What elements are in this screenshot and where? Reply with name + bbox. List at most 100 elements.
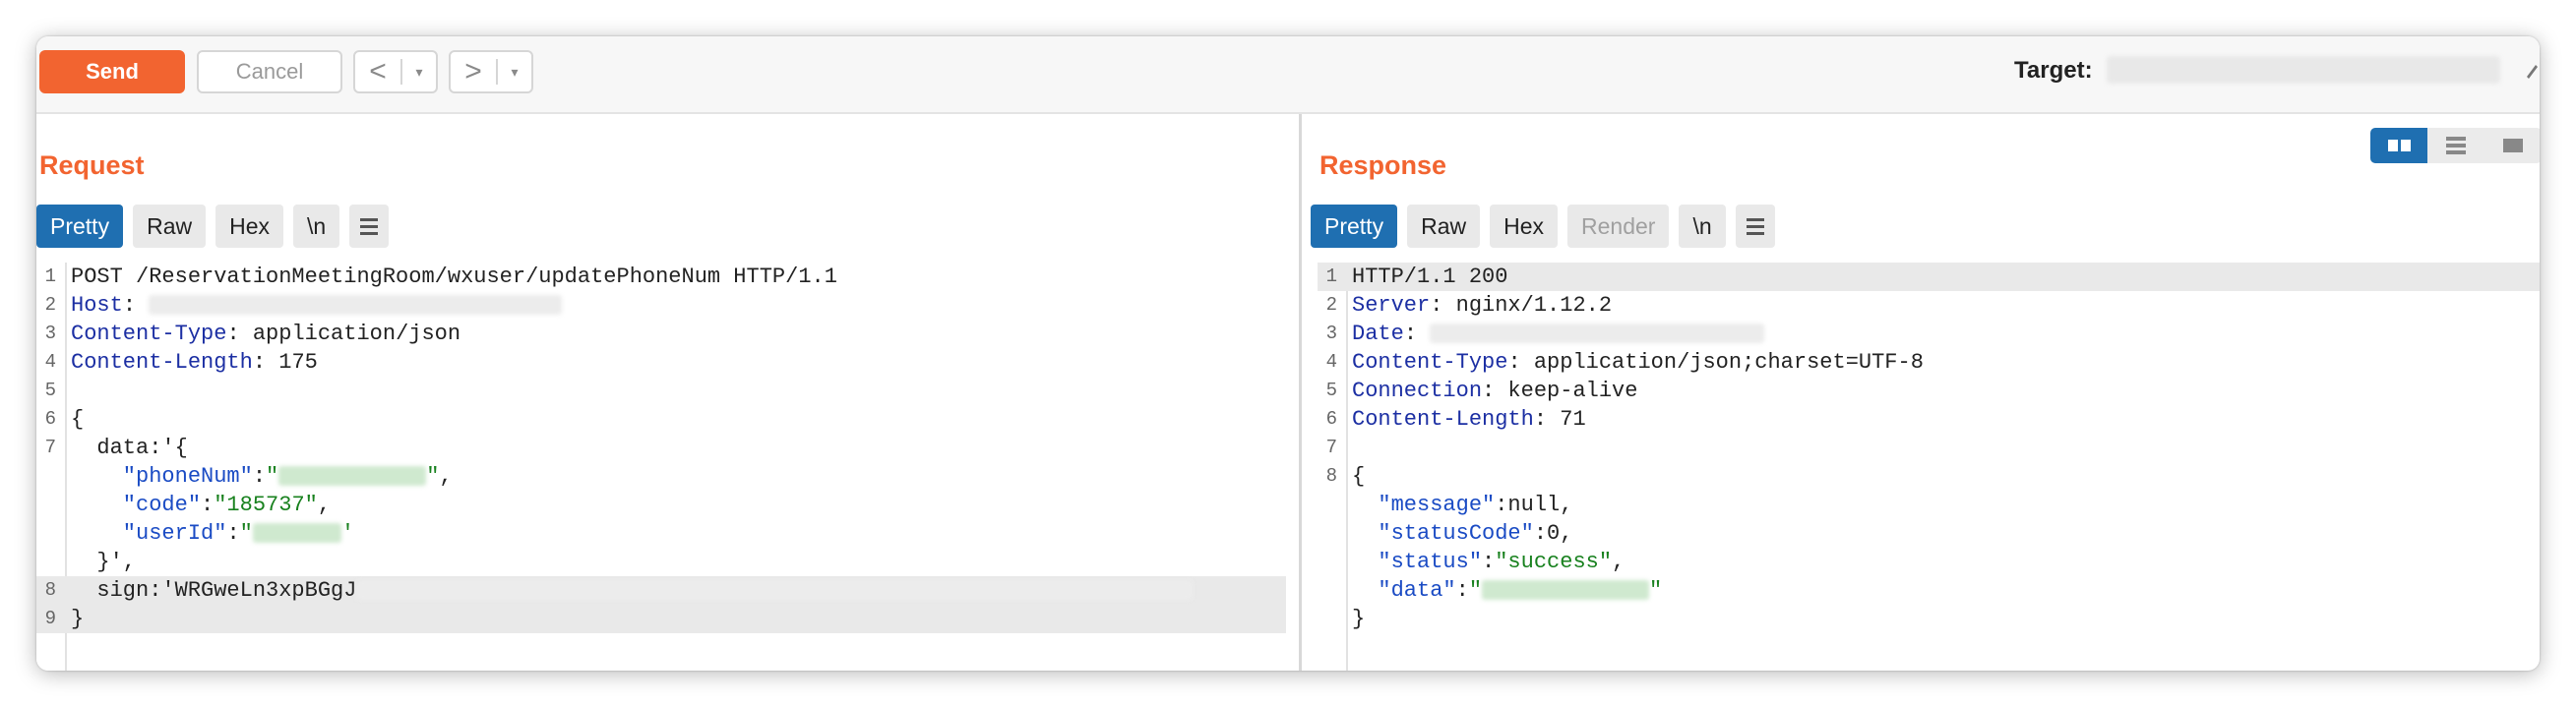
response-code: 1 HTTP/1.1 200 2 Server: nginx/1.12.2 3 Date:…: [1318, 263, 2540, 633]
response-tab-pretty[interactable]: Pretty: [1311, 205, 1398, 248]
line-number: 4: [44, 351, 56, 373]
send-button[interactable]: Send: [39, 50, 185, 93]
line-number: 8: [44, 579, 56, 601]
code-line: 5 Connection: keep-alive: [1318, 377, 2540, 405]
code-line: 3 Date:: [1318, 320, 2540, 348]
code-token: : 175: [252, 350, 318, 375]
line-number: 8: [1325, 465, 1337, 487]
layout-rows-icon[interactable]: [2427, 128, 2484, 163]
code-line: "code":"185737",: [36, 491, 1286, 519]
back-arrow-icon[interactable]: <: [355, 53, 400, 90]
code-token: "phoneNum": [71, 464, 253, 489]
code-token: "data": [1352, 578, 1456, 603]
code-token: {: [1352, 464, 1366, 489]
code-line: 2 Host:: [36, 291, 1286, 320]
toolbar: Send Cancel < ▾ > ▾ Target:: [36, 36, 2540, 114]
line-text: {: [1352, 462, 1365, 491]
line-text: "userId":" ': [71, 519, 354, 548]
code-line: 4 Content-Length: 175: [36, 348, 1286, 377]
code-token: Connection: [1352, 379, 1483, 403]
code-line: 6 Content-Length: 71: [1318, 405, 2540, 434]
code-line: 4 Content-Type: application/json;charset=…: [1318, 348, 2540, 377]
line-text: HTTP/1.1 200: [1352, 263, 1507, 291]
code-token: Content-Type: [71, 322, 227, 346]
code-token: :: [1482, 550, 1496, 574]
code-token: POST /ReservationMeetingRoom/wxuser/upda…: [71, 265, 837, 289]
response-tab-render[interactable]: Render: [1567, 205, 1670, 248]
code-line: 5: [36, 377, 1286, 405]
code-token: ": [426, 464, 440, 489]
back-dropdown-icon[interactable]: ▾: [402, 64, 436, 81]
line-number: 2: [1325, 294, 1337, 316]
code-line: 7 data:'{: [36, 434, 1286, 462]
redacted-value: [356, 580, 1194, 601]
menu-icon[interactable]: [1735, 205, 1775, 248]
code-token: ": [239, 521, 253, 546]
code-token: }',: [71, 550, 137, 574]
forward-dropdown-icon[interactable]: ▾: [498, 64, 531, 81]
code-token: Content-Length: [1352, 407, 1534, 432]
request-tab-newline[interactable]: \n: [293, 205, 340, 248]
line-number: 6: [44, 408, 56, 430]
line-number: 3: [44, 323, 56, 344]
code-token: :: [252, 464, 267, 489]
history-back-group: < ▾: [353, 50, 438, 93]
request-tab-pretty[interactable]: Pretty: [36, 205, 124, 248]
code-token: ": [1468, 578, 1483, 603]
code-token: ': [340, 521, 355, 546]
line-number: 2: [44, 294, 56, 316]
code-token: Date: [1352, 322, 1404, 346]
code-token: : application/json;charset=UTF-8: [1507, 350, 1924, 375]
code-token: ,: [1612, 550, 1625, 574]
cancel-button[interactable]: Cancel: [197, 50, 342, 93]
code-token: data:'{: [71, 436, 188, 460]
code-token: :: [1403, 322, 1431, 346]
code-line: 2 Server: nginx/1.12.2: [1318, 291, 2540, 320]
line-number: 3: [1325, 323, 1337, 344]
code-token: : application/json: [226, 322, 461, 346]
edit-icon[interactable]: [2524, 59, 2540, 81]
line-text: Date:: [1352, 320, 1765, 348]
code-token: Server: [1352, 293, 1431, 318]
response-tab-newline[interactable]: \n: [1679, 205, 1726, 248]
line-text: Connection: keep-alive: [1352, 377, 1637, 405]
code-token: sign:'WRGweLn3xpBGgJ: [71, 578, 357, 603]
menu-icon[interactable]: [349, 205, 390, 248]
code-line: 1 HTTP/1.1 200: [1318, 263, 2540, 291]
response-title: Response: [1319, 150, 1447, 180]
line-number: 7: [44, 437, 56, 458]
request-tabbar: Pretty Raw Hex \n: [36, 205, 390, 248]
code-token: Host: [71, 293, 123, 318]
code-token: ": [1649, 578, 1663, 603]
response-tab-hex[interactable]: Hex: [1490, 205, 1558, 248]
line-text: "message":null,: [1352, 491, 1572, 519]
line-number: 6: [1325, 408, 1337, 430]
forward-arrow-icon[interactable]: >: [451, 53, 496, 90]
code-token: {: [71, 407, 85, 432]
code-token: "status": [1352, 550, 1483, 574]
line-text: "data":" ": [1352, 576, 1662, 605]
code-token: ,: [317, 493, 332, 517]
code-token: :0,: [1533, 521, 1573, 546]
response-tab-raw[interactable]: Raw: [1407, 205, 1481, 248]
request-editor[interactable]: 1 POST /ReservationMeetingRoom/wxuser/upd…: [36, 263, 1286, 671]
line-text: Content-Type: application/json;charset=U…: [1352, 348, 1924, 377]
layout-single-icon[interactable]: [2484, 128, 2540, 163]
request-tab-hex[interactable]: Hex: [215, 205, 283, 248]
request-code: 1 POST /ReservationMeetingRoom/wxuser/upd…: [36, 263, 1286, 633]
request-tab-raw[interactable]: Raw: [133, 205, 207, 248]
line-text: {: [71, 405, 84, 434]
response-editor[interactable]: 1 HTTP/1.1 200 2 Server: nginx/1.12.2 3 Date:…: [1318, 263, 2540, 671]
redacted-value: [278, 466, 427, 487]
pane-divider[interactable]: [1299, 114, 1302, 671]
line-text: "statusCode":0,: [1352, 519, 1572, 548]
line-text: sign:'WRGweLn3xpBGgJ: [71, 576, 1194, 605]
code-token: "code": [71, 493, 202, 517]
code-line: "phoneNum":" ",: [36, 462, 1286, 491]
code-line: "statusCode":0,: [1318, 519, 2540, 548]
line-number: 1: [1325, 265, 1337, 287]
target-value-redacted[interactable]: [2107, 56, 2500, 84]
code-token: "userId": [71, 521, 227, 546]
code-token: :: [1455, 578, 1469, 603]
layout-columns-icon[interactable]: [2370, 128, 2427, 163]
